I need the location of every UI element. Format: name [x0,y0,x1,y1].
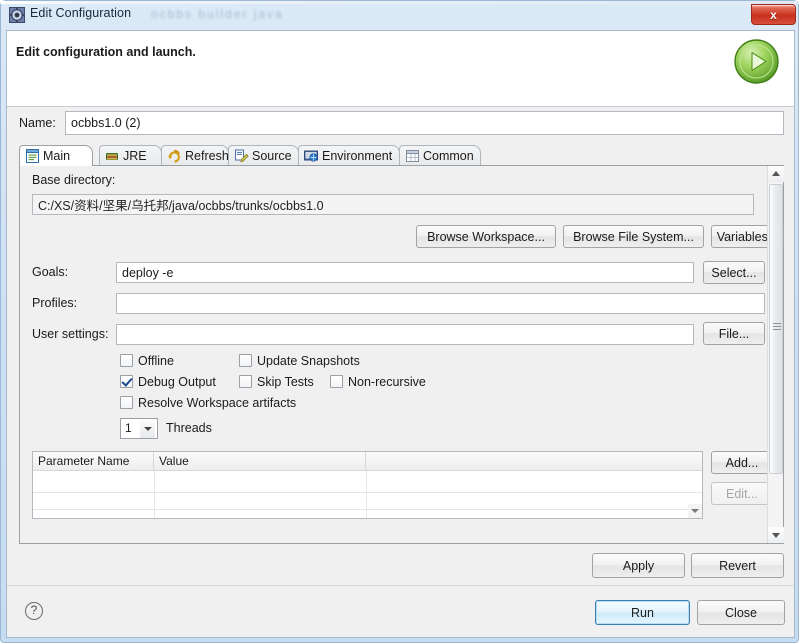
tab-jre-label: JRE [123,149,147,163]
tab-environment-label: Environment [322,149,393,163]
tab-common-label: Common [423,149,474,163]
base-directory-input[interactable] [32,194,754,215]
browse-workspace-button[interactable]: Browse Workspace... [416,225,556,248]
column-value[interactable]: Value [154,452,366,471]
apply-revert-row: Apply Revert [7,549,794,585]
source-icon [234,149,249,163]
checkbox-resolve-workspace-artifacts[interactable]: Resolve Workspace artifacts [120,396,296,410]
table-column-divider [154,471,155,518]
threads-combo[interactable]: 1 [120,418,158,439]
revert-button[interactable]: Revert [691,553,784,578]
tab-environment[interactable]: Environment [298,145,400,166]
main-panel-scrollbar[interactable] [767,166,784,543]
checkbox-resolve-workspace-artifacts-label: Resolve Workspace artifacts [138,396,297,410]
checkbox-update-snapshots[interactable]: Update Snapshots [239,354,360,368]
tab-jre[interactable]: JRE [99,145,162,166]
threads-combo-value: 1 [125,421,132,435]
table-scroll-down-arrow[interactable] [688,504,702,518]
main-tab-content: Base directory: Browse Workspace... Brow… [20,166,784,543]
close-button[interactable]: Close [697,600,785,625]
scrollbar-grip-icon [773,323,781,330]
goals-input[interactable] [116,262,694,283]
user-settings-input[interactable] [116,324,694,345]
checkbox-non-recursive-box[interactable] [330,375,343,388]
name-row: Name: [7,111,794,139]
profiles-input[interactable] [116,293,765,314]
tab-main[interactable]: Main [19,145,93,166]
name-label: Name: [19,116,56,130]
browse-file-system-button[interactable]: Browse File System... [563,225,704,248]
scroll-down-arrow-icon[interactable] [768,527,784,543]
tab-source[interactable]: Source [228,145,299,166]
column-parameter-name[interactable]: Parameter Name [33,452,154,471]
checkbox-skip-tests-label: Skip Tests [257,375,314,389]
threads-label: Threads [166,421,212,435]
configuration-name-input[interactable] [65,111,784,135]
user-settings-file-button[interactable]: File... [703,322,765,345]
profiles-label: Profiles: [32,296,78,310]
checkbox-update-snapshots-label: Update Snapshots [257,354,360,368]
run-play-icon [733,38,780,85]
dialog-footer: ? Run Close [7,585,794,637]
goals-label: Goals: [32,265,69,279]
common-icon [405,149,420,163]
run-button[interactable]: Run [595,600,690,625]
checkbox-offline-label: Offline [138,354,174,368]
dialog-banner: Edit configuration and launch. [7,31,794,107]
goals-select-button[interactable]: Select... [703,261,765,284]
user-settings-label: User settings: [32,327,109,341]
chevron-down-icon[interactable] [140,419,155,438]
table-row-divider [33,492,702,493]
tab-source-label: Source [252,149,292,163]
checkbox-update-snapshots-box[interactable] [239,354,252,367]
checkbox-resolve-workspace-artifacts-box[interactable] [120,396,133,409]
table-column-divider [366,471,367,518]
checkbox-skip-tests[interactable]: Skip Tests [239,375,314,389]
parameters-add-button[interactable]: Add... [711,451,773,474]
checkbox-debug-output-box[interactable] [120,375,133,388]
tab-refresh[interactable]: Refresh [161,145,229,166]
document-icon [25,149,40,163]
checkbox-debug-output-label: Debug Output [138,375,216,389]
tab-folder: Main JRE Refresh Source Environment Comm… [19,145,784,544]
title-bar[interactable]: ocbbs builder java Edit Configuration x [1,3,799,29]
close-window-button[interactable]: x [751,4,796,25]
tab-strip: Main JRE Refresh Source Environment Comm… [19,145,784,166]
tab-refresh-label: Refresh [185,149,229,163]
parameters-edit-button: Edit... [711,482,773,505]
tab-main-label: Main [43,149,71,163]
background-window-ghost-text: ocbbs builder java [151,7,284,21]
base-directory-label: Base directory: [32,173,116,187]
gear-icon [9,7,25,23]
environment-icon [304,149,319,163]
banner-heading: Edit configuration and launch. [16,45,196,59]
checkbox-debug-output[interactable]: Debug Output [120,375,216,389]
question-mark-icon[interactable]: ? [25,602,43,620]
edit-configuration-dialog: ocbbs builder java Edit Configuration x … [0,0,799,643]
table-row-divider [33,509,702,510]
checkbox-skip-tests-box[interactable] [239,375,252,388]
apply-button[interactable]: Apply [592,553,685,578]
refresh-icon [167,149,182,163]
window-title: Edit Configuration [30,6,132,20]
column-spare[interactable] [366,452,702,471]
main-tab-panel: Base directory: Browse Workspace... Brow… [19,165,784,544]
scrollbar-thumb[interactable] [769,184,783,474]
tab-common[interactable]: Common [399,145,481,166]
dialog-client-area: Edit configuration and launch. Name: ocb… [6,30,795,638]
checkbox-offline-box[interactable] [120,354,133,367]
checkbox-non-recursive-label: Non-recursive [348,375,426,389]
scroll-up-arrow-icon[interactable] [768,166,784,182]
parameters-table[interactable]: Parameter Name Value [32,451,703,519]
parameters-table-header: Parameter Name Value [33,452,702,471]
checkbox-non-recursive[interactable]: Non-recursive [330,375,426,389]
checkbox-offline[interactable]: Offline [120,354,174,368]
jre-icon [105,149,120,163]
